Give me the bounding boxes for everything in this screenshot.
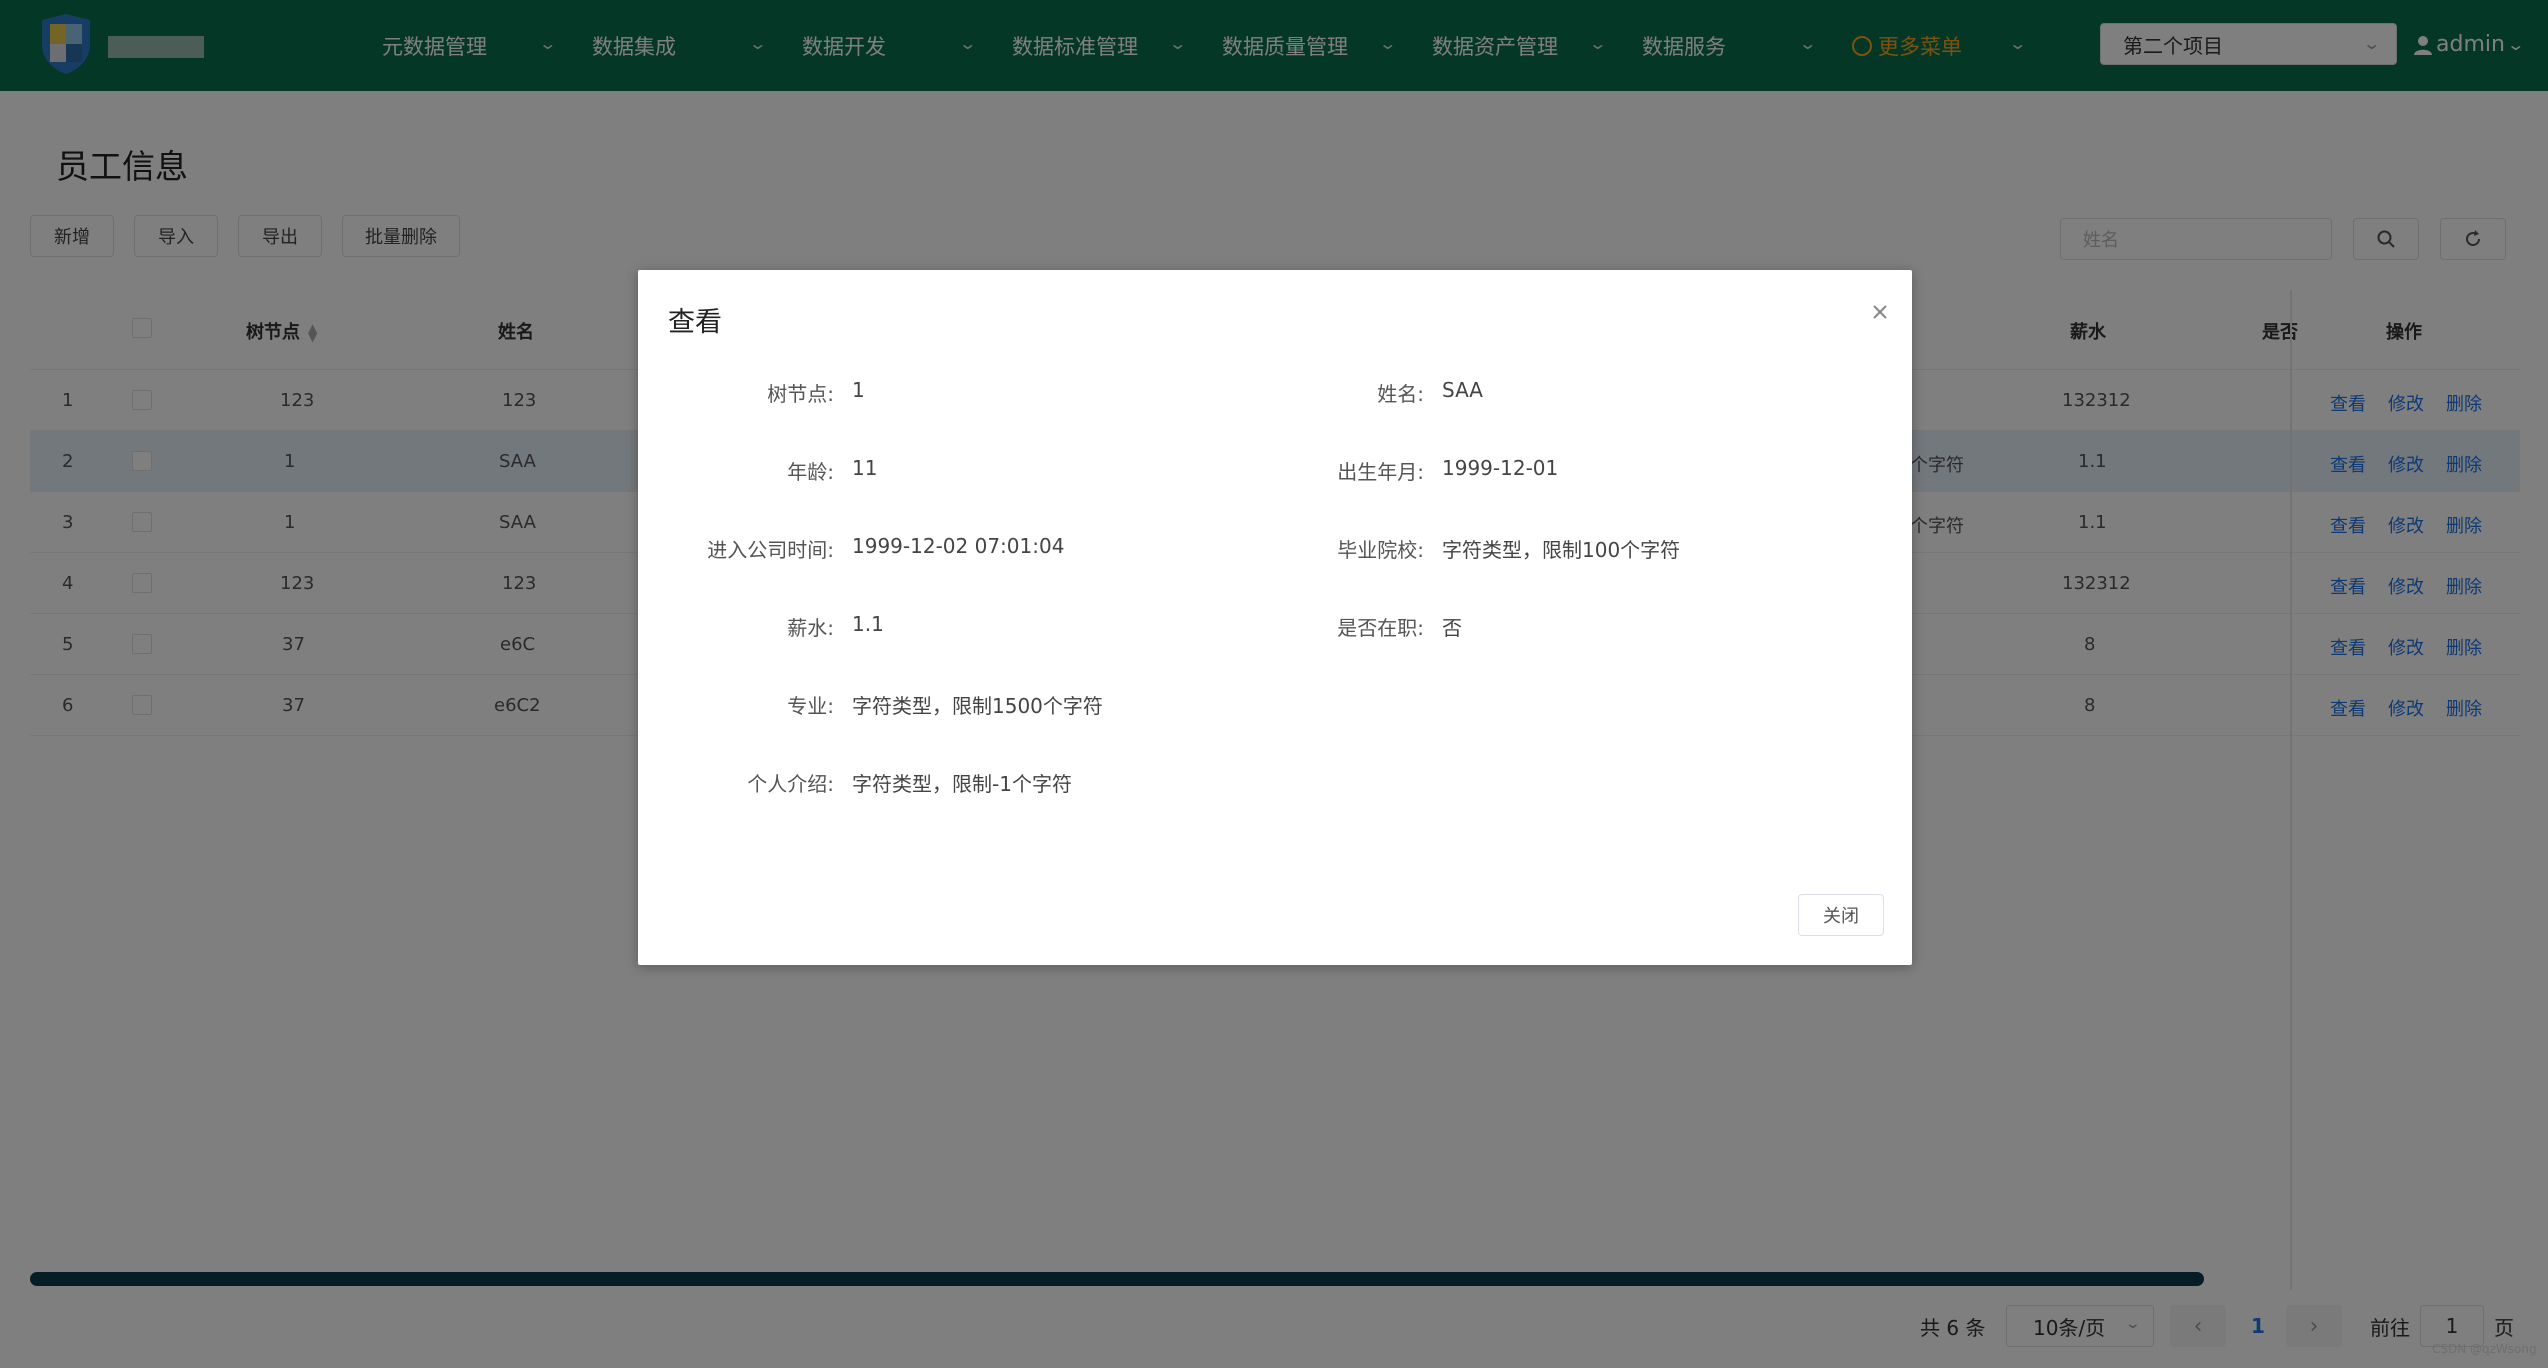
field-birth-value: 1999-12-01 [1442, 456, 1559, 480]
label: 进入公司时间: [707, 538, 834, 562]
field-active-value: 否 [1442, 616, 1462, 640]
field-intro-value: 字符类型，限制-1个字符 [852, 772, 1072, 796]
view-dialog: 查看 树节点: 1 年龄: 11 进入公司时间: 1999-12-02 07:0… [638, 270, 1912, 965]
label: 出生年月: [1337, 460, 1424, 484]
label: 专业: [787, 694, 834, 718]
close-icon[interactable] [1866, 298, 1894, 326]
close-button[interactable]: 关闭 [1798, 894, 1884, 936]
label: 树节点: [767, 382, 834, 406]
field-name-value: SAA [1442, 378, 1483, 402]
label: 个人介绍: [747, 772, 834, 796]
label: 薪水: [787, 616, 834, 640]
field-salary-value: 1.1 [852, 612, 884, 636]
dialog-title: 查看 [668, 307, 722, 338]
label: 姓名: [1377, 382, 1424, 406]
label: 毕业院校: [1337, 538, 1424, 562]
field-tree-node-value: 1 [852, 378, 865, 402]
label: 年龄: [787, 460, 834, 484]
field-major-value: 字符类型，限制1500个字符 [852, 694, 1103, 718]
field-join-time-value: 1999-12-02 07:01:04 [852, 534, 1065, 558]
field-school-value: 字符类型，限制100个字符 [1442, 538, 1681, 562]
label: 是否在职: [1337, 616, 1424, 640]
field-age-value: 11 [852, 456, 878, 480]
